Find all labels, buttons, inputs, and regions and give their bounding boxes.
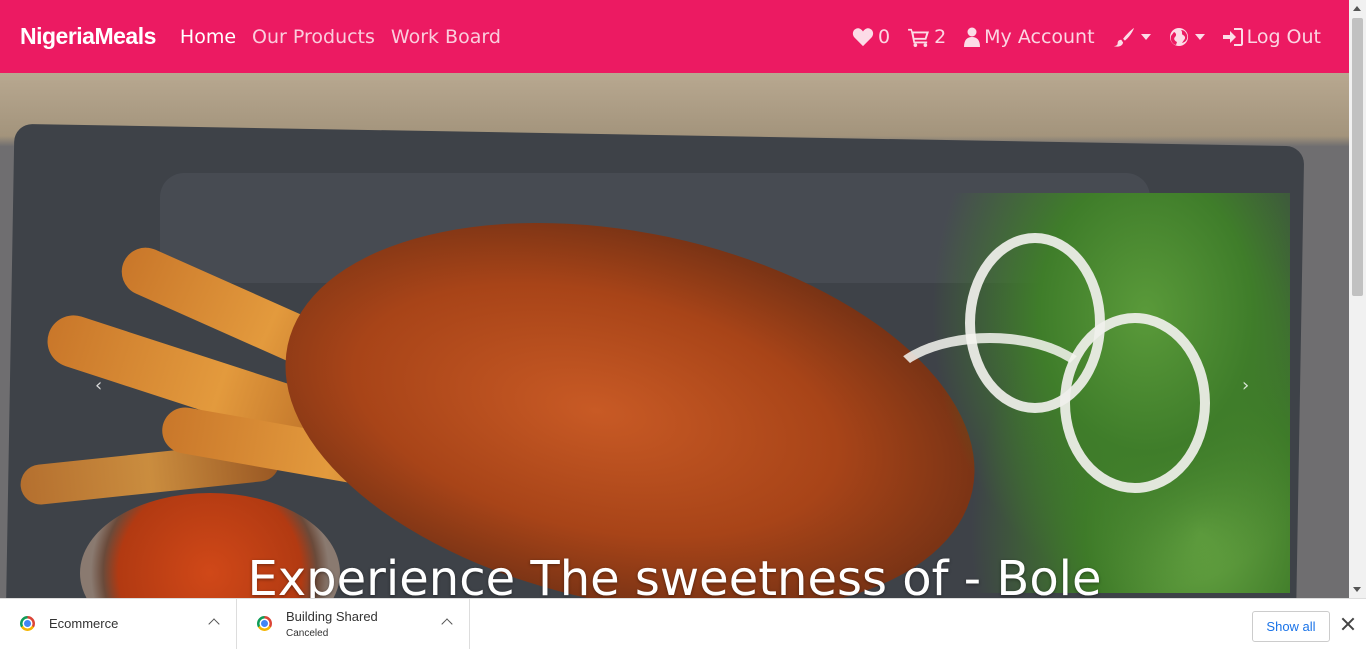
theme-dropdown[interactable]	[1113, 27, 1151, 47]
close-icon[interactable]	[1340, 616, 1356, 632]
main-nav: Home Our Products Work Board	[180, 26, 501, 48]
my-account-label: My Account	[984, 25, 1095, 48]
brand-logo[interactable]: NigeriaMeals	[20, 23, 156, 50]
top-navbar: NigeriaMeals Home Our Products Work Boar…	[0, 0, 1349, 73]
my-account-link[interactable]: My Account	[964, 25, 1095, 48]
cart-link[interactable]: 2	[908, 26, 946, 48]
chevron-up-icon[interactable]	[208, 617, 220, 630]
download-item[interactable]: Ecommerce	[0, 598, 237, 649]
scroll-down-icon[interactable]	[1353, 587, 1361, 592]
chevron-up-icon[interactable]	[441, 617, 453, 630]
download-item[interactable]: Building Shared Canceled	[237, 598, 470, 649]
chevron-right-icon[interactable]: ›	[1242, 375, 1249, 396]
download-status: Canceled	[286, 627, 329, 639]
chevron-down-icon	[1194, 33, 1205, 40]
user-icon	[964, 27, 981, 47]
wishlist-link[interactable]: 0	[852, 26, 890, 48]
globe-icon	[1169, 27, 1188, 46]
nav-work-board[interactable]: Work Board	[391, 26, 501, 48]
download-shelf: Ecommerce Building Shared Canceled Show …	[0, 598, 1366, 649]
chevron-down-icon	[1140, 33, 1151, 40]
sign-out-icon	[1222, 27, 1243, 46]
download-name: Ecommerce	[49, 616, 119, 631]
nav-our-products[interactable]: Our Products	[252, 26, 375, 48]
nav-actions: 0 2 My Account Log Out	[852, 26, 1329, 48]
page-scrollbar[interactable]	[1349, 0, 1366, 598]
cart-count: 2	[934, 25, 947, 48]
cart-icon	[908, 28, 930, 47]
chrome-icon	[20, 616, 35, 631]
chevron-left-icon[interactable]: ‹	[95, 375, 102, 396]
logout-link[interactable]: Log Out	[1222, 25, 1321, 48]
show-all-button[interactable]: Show all	[1252, 611, 1330, 642]
heart-icon	[852, 27, 874, 46]
logout-label: Log Out	[1246, 25, 1321, 48]
chrome-icon	[257, 616, 272, 631]
language-dropdown[interactable]	[1169, 27, 1205, 47]
carousel-caption: Experience The sweetness of - Bole	[247, 551, 1102, 598]
hero-image-onion	[880, 333, 1100, 453]
download-name: Building Shared	[286, 608, 378, 624]
scroll-up-icon[interactable]	[1353, 6, 1361, 11]
hero-carousel: ‹ › Experience The sweetness of - Bole	[0, 73, 1349, 598]
nav-home[interactable]: Home	[180, 26, 236, 48]
wishlist-count: 0	[877, 25, 891, 48]
scrollbar-thumb[interactable]	[1352, 18, 1363, 296]
paintbrush-icon	[1113, 27, 1134, 47]
